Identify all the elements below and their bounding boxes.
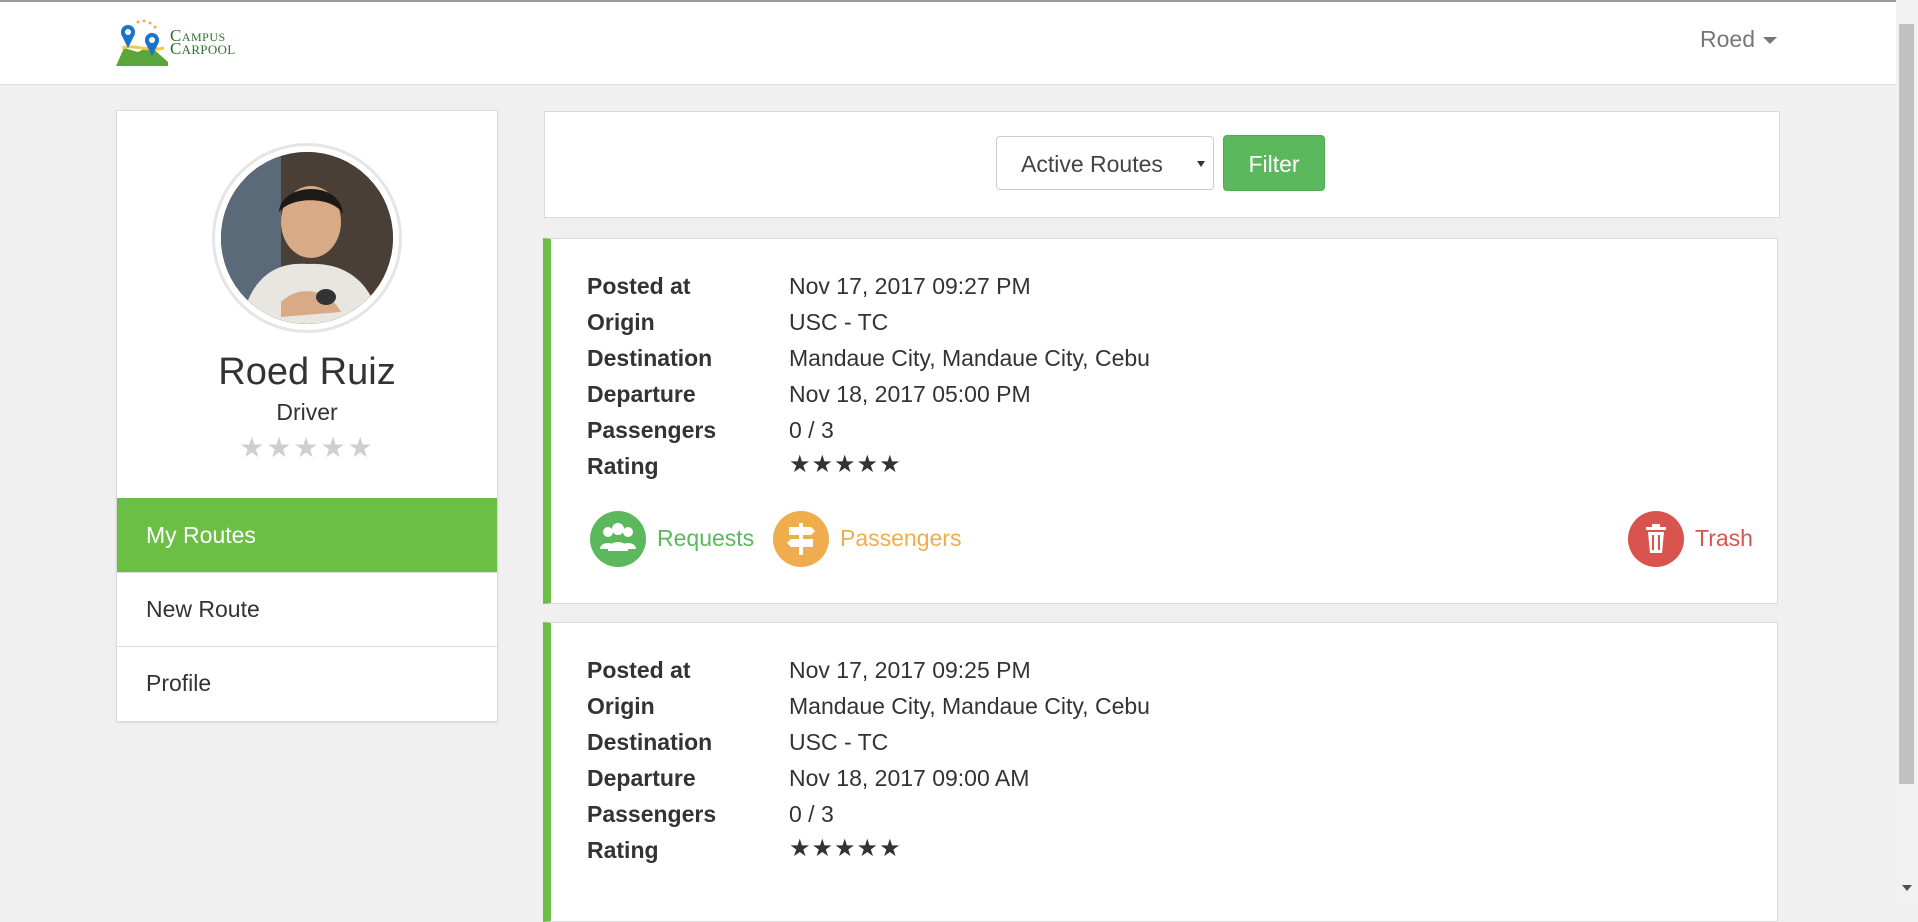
campus-carpool-logo[interactable]: CAMPUS CARPOOL: [114, 18, 244, 70]
origin-value: Mandaue City, Mandaue City, Cebu: [789, 693, 1150, 719]
logo-map-pins-icon: [116, 19, 168, 66]
route-card: Posted at Nov 17, 2017 09:27 PM Origin U…: [543, 238, 1778, 604]
scroll-down-arrow-icon[interactable]: [1902, 885, 1912, 891]
departure-label: Departure: [587, 765, 696, 791]
rating-stars: ★★★★★: [789, 451, 902, 478]
destination-value: Mandaue City, Mandaue City, Cebu: [789, 345, 1150, 371]
page-scrollbar[interactable]: [1896, 0, 1918, 897]
rating-stars: ★★★★★: [789, 835, 902, 862]
sidebar-item-new-route[interactable]: New Route: [117, 572, 497, 646]
route-card: Posted at Nov 17, 2017 09:25 PM Origin M…: [543, 622, 1778, 922]
user-menu-label: Roed: [1700, 26, 1755, 52]
user-menu-dropdown[interactable]: Roed: [1700, 26, 1777, 53]
passengers-label: Passengers: [587, 417, 717, 443]
profile-name: Roed Ruiz: [218, 351, 396, 393]
origin-label: Origin: [587, 309, 655, 335]
trash-label: Trash: [1695, 525, 1753, 551]
destination-value: USC - TC: [789, 729, 889, 755]
departure-value: Nov 18, 2017 09:00 AM: [789, 765, 1030, 791]
trash-icon: [1628, 511, 1684, 567]
profile-rating-stars: ★★★★★: [239, 432, 375, 463]
departure-label: Departure: [587, 381, 696, 407]
filter-panel: Active Routes Filter: [544, 111, 1780, 218]
destination-label: Destination: [587, 729, 713, 755]
signpost-icon: [773, 511, 829, 567]
route-status-selected: Active Routes: [1021, 151, 1163, 177]
destination-label: Destination: [587, 345, 713, 371]
logo-wordmark: CAMPUS CARPOOL: [170, 26, 236, 58]
passengers-value: 0 / 3: [789, 417, 834, 443]
passengers-action-label: Passengers: [840, 525, 962, 551]
departure-value: Nov 18, 2017 05:00 PM: [789, 381, 1031, 407]
user-photo-icon: [221, 152, 393, 324]
posted-at-label: Posted at: [587, 273, 691, 299]
sidebar-item-profile[interactable]: Profile: [117, 646, 497, 720]
scrollbar-thumb[interactable]: [1899, 24, 1914, 784]
group-icon: [590, 511, 646, 567]
top-navbar: CAMPUS CARPOOL Roed: [0, 2, 1896, 85]
rating-label: Rating: [587, 453, 659, 479]
passengers-label: Passengers: [587, 801, 717, 827]
profile-sidebar: Roed Ruiz Driver ★★★★★ My Routes New Rou…: [116, 110, 498, 722]
caret-down-icon: [1762, 37, 1777, 45]
origin-label: Origin: [587, 693, 655, 719]
posted-at-value: Nov 17, 2017 09:27 PM: [789, 273, 1031, 299]
avatar[interactable]: [212, 143, 402, 333]
requests-label: Requests: [657, 525, 755, 551]
passengers-value: 0 / 3: [789, 801, 834, 827]
posted-at-label: Posted at: [587, 657, 691, 683]
sidebar-item-my-routes[interactable]: My Routes: [117, 498, 497, 572]
origin-value: USC - TC: [789, 309, 889, 335]
rating-label: Rating: [587, 837, 659, 863]
route-status-select[interactable]: Active Routes: [996, 136, 1214, 190]
posted-at-value: Nov 17, 2017 09:25 PM: [789, 657, 1031, 683]
sidebar-menu: My Routes New Route Profile: [117, 498, 497, 720]
filter-button[interactable]: Filter: [1223, 135, 1325, 191]
select-arrow-icon: [1197, 161, 1205, 167]
profile-role: Driver: [276, 399, 338, 425]
